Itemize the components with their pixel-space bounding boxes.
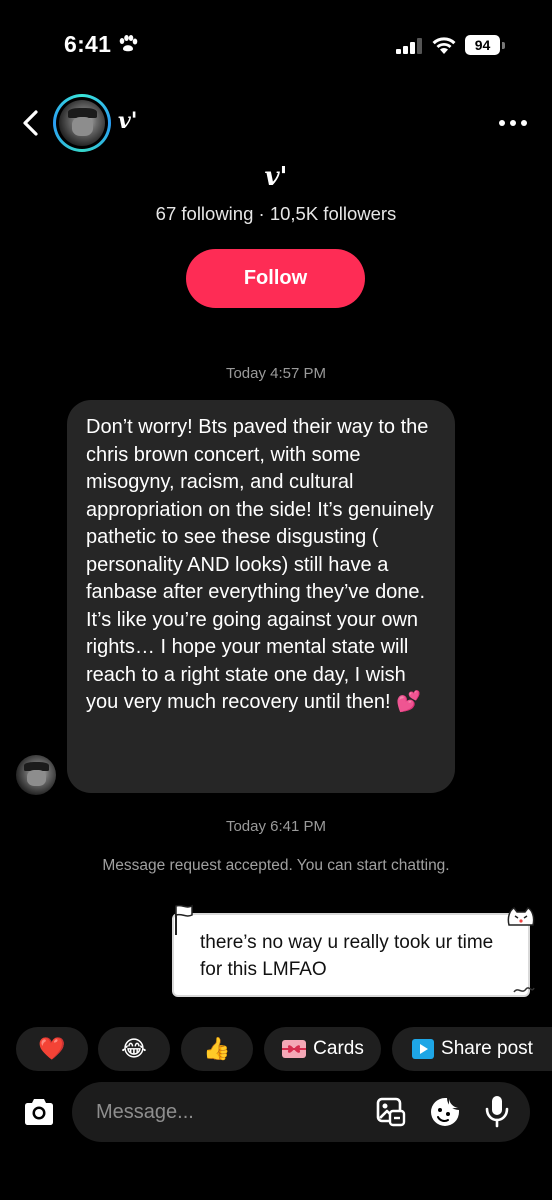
outgoing-message-bubble[interactable]: there’s no way u really took ur time for… [172,913,530,997]
microphone-icon[interactable] [484,1094,510,1128]
share-post-icon [412,1039,435,1059]
gift-card-icon [282,1040,307,1058]
status-bar: 6:41 94 [0,0,552,90]
system-message: Message request accepted. You can start … [102,857,450,874]
quick-replies: ❤️ 😂 👍 Cards Share post [0,1027,552,1071]
heart-emoji-icon: ❤️ [38,1036,66,1061]
share-post-label: Share post [441,1038,533,1059]
battery-icon: 94 [465,35,505,55]
message-input-container[interactable] [72,1082,530,1142]
battery-level: 94 [465,35,500,55]
paw-icon [119,35,138,52]
timestamp: Today 6:41 PM [225,818,327,835]
follow-button[interactable]: Follow [186,249,365,308]
laughing-emoji-icon: 😂 [121,1036,147,1061]
thumbs-up-emoji-icon: 👍 [203,1036,231,1061]
cards-label: Cards [313,1038,364,1059]
scribble-doodle-icon [513,987,535,993]
profile-name: v' [264,162,288,192]
cards-chip[interactable]: Cards [264,1027,381,1071]
sticker-icon[interactable] [429,1096,461,1128]
incoming-message-text: Don’t worry! Bts paved their way to the … [86,416,434,713]
message-input[interactable] [96,1082,356,1142]
sender-avatar[interactable] [16,755,56,795]
cellular-signal-icon [396,38,422,54]
heart-reaction-chip[interactable]: ❤️ [16,1027,88,1071]
status-time: 6:41 [64,31,112,57]
back-arrow-icon[interactable] [18,108,44,138]
photo-gallery-icon[interactable] [376,1097,406,1127]
outgoing-message[interactable]: there’s no way u really took ur time for… [166,903,538,999]
thumbs-up-reaction-chip[interactable]: 👍 [181,1027,253,1071]
wifi-icon [432,37,456,54]
cat-face-doodle-icon [507,907,535,926]
timestamp: Today 4:57 PM [225,365,327,382]
camera-icon[interactable] [22,1096,56,1128]
profile-stats: 67 following · 10,5K followers [155,203,397,224]
message-composer [0,1082,552,1142]
share-post-chip[interactable]: Share post [392,1027,552,1071]
outgoing-message-text: there’s no way u really took ur time for… [200,932,494,980]
header-avatar[interactable] [53,94,111,152]
more-options-icon[interactable] [498,118,528,128]
laugh-reaction-chip[interactable]: 😂 [98,1027,170,1071]
flag-doodle-icon [175,904,193,935]
incoming-message-bubble[interactable]: Don’t worry! Bts paved their way to the … [67,400,455,793]
header-username[interactable]: v' [118,108,138,134]
